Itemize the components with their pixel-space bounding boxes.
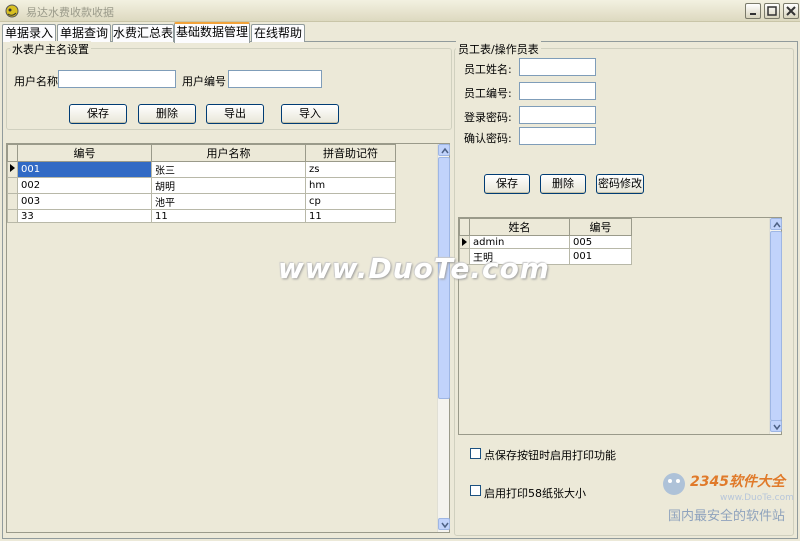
row-indicator: [459, 235, 470, 249]
tab-help[interactable]: 在线帮助: [251, 24, 305, 42]
confirm-password-input[interactable]: [519, 127, 596, 145]
column-header-code[interactable]: 编号: [17, 144, 152, 162]
maximize-icon: [767, 6, 777, 16]
user-code-label: 用户编号: [182, 75, 226, 88]
user-name-label: 用户名称: [14, 75, 58, 88]
watermark-logo: 2345软件大全 www.DuoTe.com 国内最安全的软件站: [663, 473, 794, 524]
table-header-row: 姓名 编号: [459, 218, 632, 236]
cell-code[interactable]: 002: [17, 177, 152, 194]
tab-entry[interactable]: 单据录入: [2, 24, 56, 42]
row-indicator: [7, 177, 18, 194]
minimize-icon: [750, 13, 756, 15]
staff-delete-button[interactable]: 删除: [540, 174, 586, 194]
delete-button[interactable]: 删除: [138, 104, 196, 124]
minimize-button[interactable]: [745, 3, 761, 19]
cell-pinyin[interactable]: hm: [305, 177, 396, 194]
staff-code-label: 员工编号:: [464, 87, 512, 100]
table-row[interactable]: 001 张三 zs: [7, 161, 396, 178]
water-user-scrollbar[interactable]: [437, 144, 450, 532]
scroll-down-button[interactable]: [770, 420, 782, 432]
row-indicator: [7, 209, 18, 223]
cell-staff-code[interactable]: 005: [569, 235, 632, 249]
staff-scrollbar[interactable]: [769, 218, 782, 434]
cell-code[interactable]: 33: [17, 209, 152, 223]
tab-query[interactable]: 单据查询: [57, 24, 111, 42]
title-bar: 易达水费收款收据: [0, 0, 800, 22]
table-header-row: 编号 用户名称 拼音助记符: [7, 144, 396, 162]
tab-summary[interactable]: 水费汇总表: [112, 24, 174, 42]
logo-brand-text: 2345软件大全: [690, 473, 787, 490]
print-on-save-label: 点保存按钮时启用打印功能: [484, 449, 616, 462]
row-pointer-icon: [462, 238, 467, 246]
scroll-up-button[interactable]: [770, 218, 782, 230]
staff-grid[interactable]: 姓名 编号 admin 005 王明 001: [458, 217, 782, 435]
confirm-password-label: 确认密码:: [464, 132, 512, 145]
user-name-input[interactable]: [58, 70, 176, 88]
change-password-button[interactable]: 密码修改: [596, 174, 644, 194]
user-code-input[interactable]: [228, 70, 322, 88]
column-header-staff-name[interactable]: 姓名: [469, 218, 570, 236]
staff-code-input[interactable]: [519, 82, 596, 100]
logo-slogan-text: 国内最安全的软件站: [668, 508, 785, 524]
chevron-down-icon: [441, 522, 449, 529]
app-icon: [5, 4, 19, 18]
staff-name-label: 员工姓名:: [464, 63, 512, 76]
cell-name[interactable]: 池平: [151, 193, 306, 210]
cell-name[interactable]: 11: [151, 209, 306, 223]
column-header-pinyin[interactable]: 拼音助记符: [305, 144, 396, 162]
table-row[interactable]: 33 11 11: [7, 209, 396, 223]
cell-pinyin[interactable]: 11: [305, 209, 396, 223]
cell-code[interactable]: 003: [17, 193, 152, 210]
table-row[interactable]: 003 池平 cp: [7, 193, 396, 210]
scroll-down-button[interactable]: [438, 518, 450, 530]
water-user-group-title: 水表户主名设置: [10, 41, 91, 57]
row-indicator: [7, 193, 18, 210]
export-button[interactable]: 导出: [206, 104, 264, 124]
row-indicator: [7, 161, 18, 178]
password-label: 登录密码:: [464, 111, 512, 124]
print-on-save-checkbox[interactable]: [470, 448, 481, 459]
logo-url-text: www.DuoTe.com: [720, 493, 794, 503]
cell-pinyin[interactable]: cp: [305, 193, 396, 210]
print-58-label: 启用打印58纸张大小: [484, 487, 586, 500]
column-header-name[interactable]: 用户名称: [151, 144, 306, 162]
water-user-grid[interactable]: 编号 用户名称 拼音助记符 001 张三 zs 002 胡明 hm 003 池平: [6, 143, 450, 533]
watermark-text: www.DuoTe.com: [278, 252, 550, 285]
chevron-down-icon: [773, 424, 781, 431]
staff-save-button[interactable]: 保存: [484, 174, 530, 194]
cell-pinyin[interactable]: zs: [305, 161, 396, 178]
staff-group-title: 员工表/操作员表: [456, 41, 541, 57]
water-user-table: 编号 用户名称 拼音助记符 001 张三 zs 002 胡明 hm 003 池平: [7, 144, 396, 223]
cell-staff-name[interactable]: admin: [469, 235, 570, 249]
column-header-staff-code[interactable]: 编号: [569, 218, 632, 236]
cell-name[interactable]: 张三: [151, 161, 306, 178]
cell-staff-code[interactable]: 001: [569, 248, 632, 265]
staff-name-input[interactable]: [519, 58, 596, 76]
table-row[interactable]: 002 胡明 hm: [7, 177, 396, 194]
chevron-up-icon: [441, 147, 449, 154]
import-button[interactable]: 导入: [281, 104, 339, 124]
scroll-thumb[interactable]: [770, 231, 782, 421]
chevron-up-icon: [773, 221, 781, 228]
maximize-button[interactable]: [764, 3, 780, 19]
password-input[interactable]: [519, 106, 596, 124]
table-row[interactable]: admin 005: [459, 235, 632, 249]
row-pointer-icon: [10, 164, 15, 172]
tab-basic-data[interactable]: 基础数据管理: [174, 22, 250, 43]
scroll-up-button[interactable]: [438, 144, 450, 156]
close-button[interactable]: [783, 3, 799, 19]
cell-code[interactable]: 001: [17, 161, 152, 178]
close-icon: [786, 6, 796, 16]
save-button[interactable]: 保存: [69, 104, 127, 124]
print-58-checkbox[interactable]: [470, 485, 481, 496]
cell-name[interactable]: 胡明: [151, 177, 306, 194]
window-title: 易达水费收款收据: [26, 6, 114, 19]
row-indicator-header: [459, 218, 470, 236]
row-indicator-header: [7, 144, 18, 162]
